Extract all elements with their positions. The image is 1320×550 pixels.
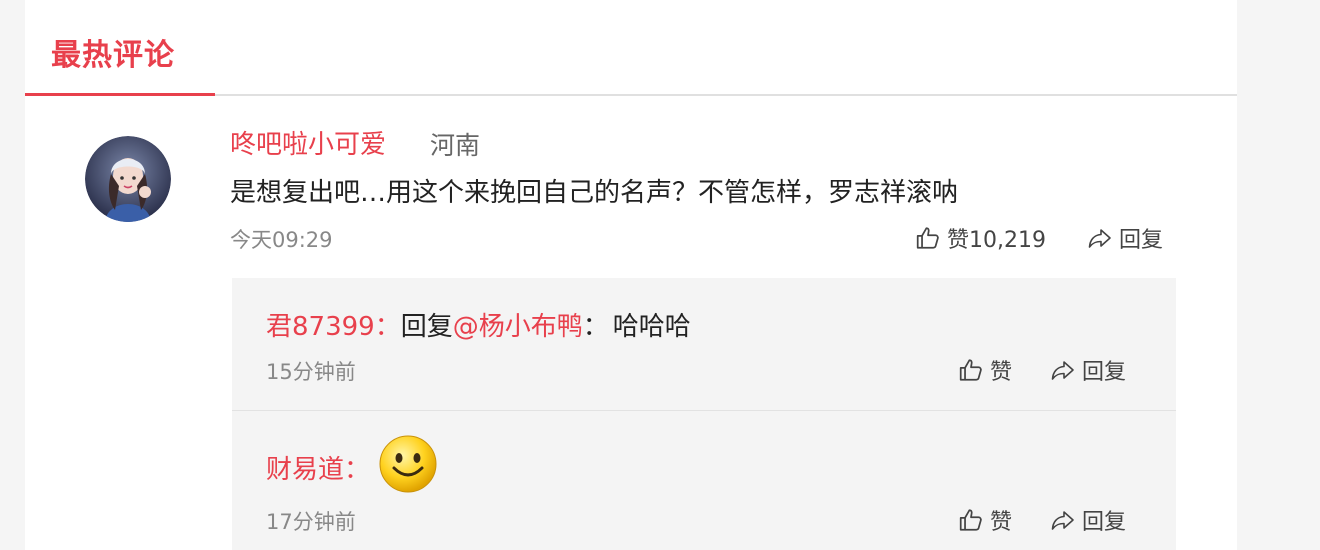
reply-like-button[interactable]: 赞 bbox=[958, 504, 1012, 536]
smiley-emoji bbox=[378, 434, 438, 501]
like-button[interactable]: 赞10,219 bbox=[915, 222, 1046, 254]
tab-active-underline bbox=[25, 93, 215, 96]
reply-colon: ： bbox=[582, 312, 609, 342]
reply-like-label: 赞 bbox=[990, 360, 1013, 385]
reply-divider bbox=[232, 410, 1176, 411]
replies-box: 君87399： 回复 @杨小布鸭 ： 哈哈哈 15分钟前 赞 回复 财易道： 1… bbox=[232, 278, 1176, 550]
reply-like-label: 赞 bbox=[990, 510, 1013, 535]
thumbs-up-icon bbox=[958, 507, 984, 533]
comment-author[interactable]: 咚吧啦小可爱 bbox=[230, 124, 386, 161]
reply-time: 15分钟前 bbox=[266, 360, 356, 384]
reply-text: 哈哈哈 bbox=[612, 312, 691, 342]
reply-author[interactable]: 君87399： bbox=[266, 306, 401, 343]
comment-location: 河南 bbox=[430, 131, 481, 160]
share-arrow-icon bbox=[1050, 358, 1076, 382]
share-arrow-icon bbox=[1087, 226, 1113, 250]
thumbs-up-icon bbox=[958, 357, 984, 383]
comment-text: 是想复出吧…用这个来挽回自己的名声？不管怎样，罗志祥滚呐 bbox=[230, 178, 959, 208]
tab-hot-comments[interactable]: 最热评论 bbox=[51, 30, 175, 74]
avatar[interactable] bbox=[85, 136, 171, 222]
thumbs-up-icon bbox=[915, 225, 941, 251]
reply-reply-label: 回复 bbox=[1082, 510, 1127, 535]
reply-prefix: 回复 bbox=[400, 312, 453, 342]
share-arrow-icon bbox=[1050, 508, 1076, 532]
reply-button[interactable]: 回复 bbox=[1087, 222, 1163, 254]
like-count: 赞10,219 bbox=[947, 228, 1046, 253]
reply-time: 17分钟前 bbox=[266, 510, 356, 534]
reply-author[interactable]: 财易道： bbox=[266, 449, 370, 486]
comment-time: 今天09:29 bbox=[230, 228, 333, 252]
reply-reply-button[interactable]: 回复 bbox=[1050, 504, 1126, 536]
reply-mention[interactable]: @杨小布鸭 bbox=[453, 306, 583, 343]
comments-panel: 最热评论 咚吧啦小可爱 河南 是想复出吧…用这个来挽回自己的名声？不管怎样，罗志… bbox=[25, 0, 1237, 550]
tab-bar: 最热评论 bbox=[25, 0, 1237, 96]
reply-reply-button[interactable]: 回复 bbox=[1050, 354, 1126, 386]
reply-item: 财易道： bbox=[266, 434, 438, 501]
reply-reply-label: 回复 bbox=[1082, 360, 1127, 385]
reply-label: 回复 bbox=[1119, 228, 1164, 253]
reply-item: 君87399： 回复 @杨小布鸭 ： 哈哈哈 bbox=[266, 306, 691, 343]
reply-like-button[interactable]: 赞 bbox=[958, 354, 1012, 386]
